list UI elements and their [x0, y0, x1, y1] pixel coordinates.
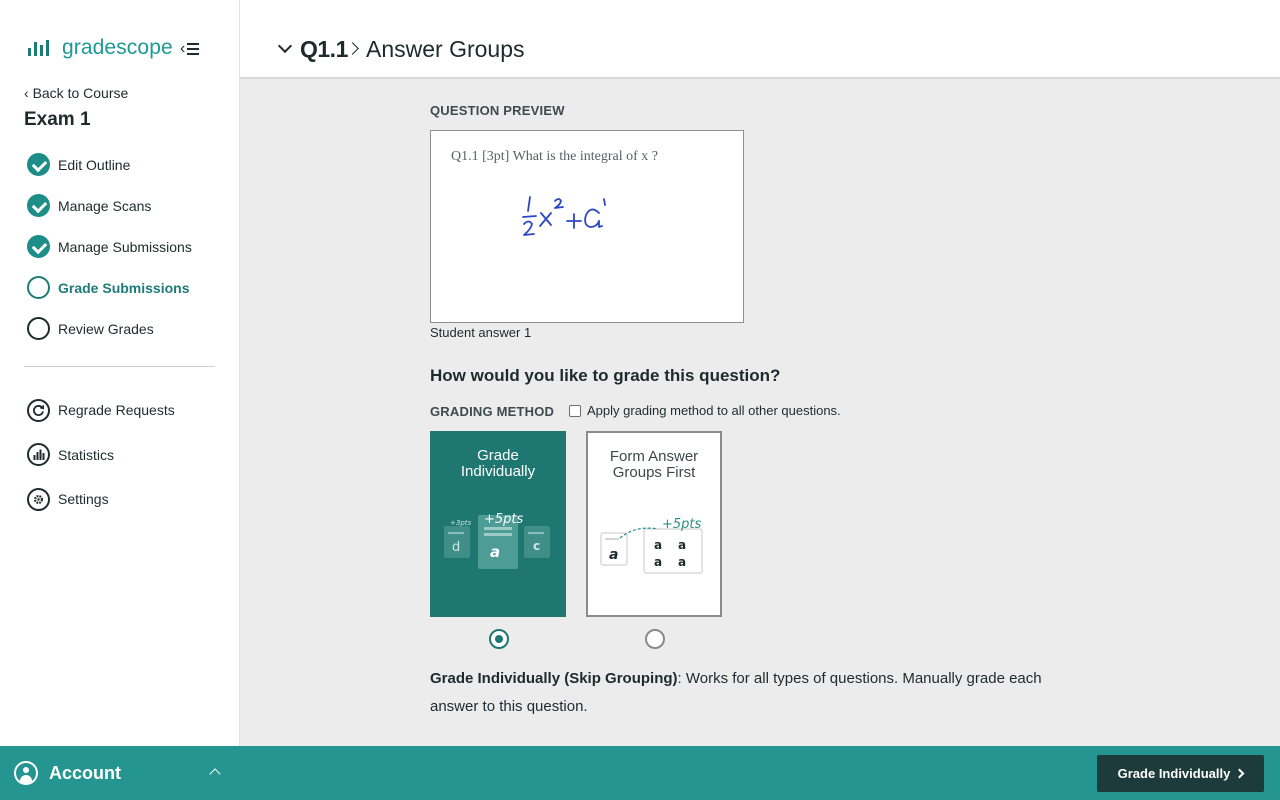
- step-grade-submissions[interactable]: Grade Submissions: [27, 267, 227, 308]
- grading-question-heading: How would you like to grade this questio…: [430, 366, 781, 385]
- course-title: Exam 1: [24, 109, 91, 130]
- gear-icon: [27, 487, 50, 511]
- description-bold: Grade Individually (Skip Grouping): [430, 670, 678, 687]
- page-header: Q1.1 Answer Groups: [240, 0, 1280, 79]
- step-manage-scans[interactable]: Manage Scans: [27, 185, 227, 226]
- option-title: Grade Individually: [460, 447, 536, 480]
- svg-text:+5pts: +5pts: [662, 517, 702, 532]
- apply-to-all-label: Apply grading method to all other questi…: [587, 403, 841, 418]
- step-label: Grade Submissions: [58, 279, 190, 296]
- sidebar-tools: Regrade Requests Statistics Settings: [27, 388, 227, 522]
- chevron-left-icon: ‹: [24, 85, 33, 101]
- grade-individually-button[interactable]: Grade Individually: [1097, 755, 1264, 792]
- checkbox-icon[interactable]: [569, 404, 581, 417]
- student-answer-caption: Student answer 1: [430, 325, 532, 340]
- grade-individually-option[interactable]: Grade Individually d a c +5pts +3pts: [430, 431, 566, 617]
- step-manage-submissions[interactable]: Manage Submissions: [27, 226, 227, 267]
- question-preview-label: QUESTION PREVIEW: [430, 103, 565, 118]
- account-menu[interactable]: Account: [0, 746, 240, 800]
- svg-text:c: c: [533, 539, 540, 553]
- check-circle-icon: [27, 235, 50, 258]
- collapse-sidebar-button[interactable]: ‹: [180, 40, 200, 58]
- svg-text:+5pts: +5pts: [484, 512, 524, 527]
- step-label: Review Grades: [58, 320, 154, 337]
- step-label: Manage Submissions: [58, 238, 192, 255]
- account-label: Account: [49, 762, 121, 783]
- tool-label: Statistics: [58, 446, 115, 463]
- check-circle-icon: [27, 194, 50, 217]
- sidebar-item-settings[interactable]: Settings: [27, 477, 227, 522]
- svg-text:a: a: [609, 547, 618, 563]
- bottom-action-bar: Grade Individually: [240, 746, 1280, 800]
- svg-text:d: d: [452, 540, 460, 555]
- svg-text:a: a: [678, 538, 686, 552]
- step-label: Edit Outline: [58, 156, 131, 173]
- step-label: Manage Scans: [58, 197, 152, 214]
- back-link-label: Back to Course: [32, 85, 129, 101]
- tool-label: Regrade Requests: [58, 402, 175, 419]
- bar-chart-logo-icon: [28, 40, 49, 56]
- preview-question-text: Q1.1 [3pt] What is the integral of x ?: [451, 149, 658, 164]
- sidebar: gradescope ‹ ‹ Back to Course Exam 1 Edi…: [0, 0, 240, 746]
- option-title: Form Answer Groups First: [609, 448, 699, 481]
- grading-method-label: GRADING METHOD: [430, 404, 555, 419]
- question-preview: Q1.1 [3pt] What is the integral of x ?: [430, 130, 744, 323]
- svg-text:a: a: [678, 555, 686, 569]
- grade-individually-radio[interactable]: [489, 629, 509, 649]
- svg-text:a: a: [490, 543, 500, 561]
- apply-to-all-checkbox[interactable]: Apply grading method to all other questi…: [569, 403, 841, 418]
- brand-name: gradescope: [62, 36, 173, 59]
- regrade-icon: [27, 398, 50, 422]
- step-review-grades[interactable]: Review Grades: [27, 308, 227, 349]
- statistics-icon: [27, 443, 50, 467]
- form-answer-groups-option[interactable]: Form Answer Groups First a a a a a +5pts: [586, 431, 722, 617]
- back-to-course-link[interactable]: ‹ Back to Course: [24, 85, 128, 101]
- sidebar-item-statistics[interactable]: Statistics: [27, 433, 227, 478]
- menu-icon: [187, 43, 200, 55]
- empty-circle-icon: [27, 317, 50, 340]
- question-number[interactable]: Q1.1: [300, 36, 348, 63]
- sidebar-item-regrade-requests[interactable]: Regrade Requests: [27, 388, 227, 433]
- chevron-right-icon: [1234, 768, 1245, 779]
- chevron-up-icon: [209, 768, 221, 780]
- svg-text:a: a: [654, 555, 662, 569]
- user-circle-icon: [14, 761, 38, 785]
- chevron-left-icon: ‹: [180, 40, 186, 57]
- form-answer-groups-radio[interactable]: [645, 629, 665, 649]
- svg-text:+3pts: +3pts: [450, 519, 472, 527]
- answer-groups-illustration: a a a a a +5pts: [600, 517, 703, 574]
- workflow-steps: Edit Outline Manage Scans Manage Submiss…: [27, 144, 227, 349]
- question-dropdown-chevron-icon[interactable]: [277, 38, 293, 54]
- step-edit-outline[interactable]: Edit Outline: [27, 144, 227, 185]
- empty-circle-icon: [27, 276, 50, 299]
- sidebar-divider: [24, 366, 215, 367]
- grade-individually-illustration: d a c +5pts +3pts: [444, 512, 550, 569]
- tool-label: Settings: [58, 491, 109, 508]
- page-title: Answer Groups: [366, 36, 525, 62]
- grading-method-description: Grade Individually (Skip Grouping): Work…: [430, 665, 1070, 721]
- brand-logo[interactable]: gradescope: [28, 36, 173, 60]
- handwritten-answer-image: [522, 196, 606, 236]
- check-circle-icon: [27, 153, 50, 176]
- svg-text:a: a: [654, 538, 662, 552]
- button-label: Grade Individually: [1117, 766, 1231, 781]
- breadcrumb-separator-icon: [346, 42, 359, 55]
